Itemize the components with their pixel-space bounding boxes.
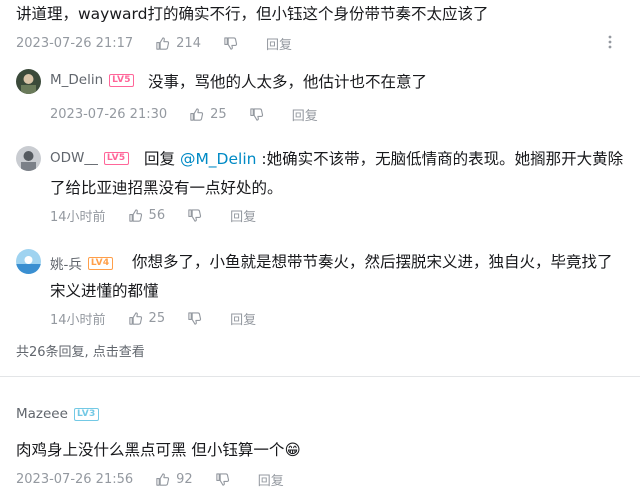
reply-username-row: 姚-兵 LV4 bbox=[50, 253, 113, 273]
like-count: 214 bbox=[176, 35, 201, 51]
reply-username-row: ODW__ LV5 bbox=[50, 150, 129, 166]
comment-time: 2023-07-26 21:17 bbox=[16, 35, 134, 51]
reply-text-line2: 宋义进懂的都懂 bbox=[50, 282, 159, 300]
thumbs-up-icon bbox=[128, 311, 142, 325]
level-badge: LV5 bbox=[109, 73, 134, 87]
reply-prefix: 回复 bbox=[144, 150, 180, 168]
username[interactable]: 姚-兵 bbox=[50, 253, 82, 273]
thumbs-down-icon bbox=[216, 472, 229, 486]
username[interactable]: Mazeee bbox=[16, 406, 68, 422]
like-button[interactable]: 214 bbox=[155, 36, 201, 51]
level-badge: LV3 bbox=[73, 407, 99, 421]
like-button[interactable]: 25 bbox=[189, 107, 227, 122]
thumbs-up-icon bbox=[128, 208, 142, 222]
dislike-button[interactable] bbox=[187, 208, 208, 223]
thumbs-up-icon bbox=[156, 36, 170, 50]
comment-time: 14小时前 bbox=[50, 209, 106, 225]
thumbs-up-icon bbox=[156, 472, 170, 486]
thumbs-down-icon bbox=[188, 208, 202, 222]
reply-meta: 2023-07-26 21:30 25 回复 bbox=[50, 104, 318, 124]
thumbs-down-icon bbox=[188, 311, 202, 325]
like-count: 56 bbox=[148, 207, 166, 223]
reply-button[interactable]: 回复 bbox=[230, 309, 256, 328]
comment-time: 14小时前 bbox=[50, 312, 106, 328]
comment-meta: 2023-07-26 21:56 92 回复 bbox=[16, 469, 284, 489]
view-all-replies-link[interactable]: 共26条回复, 点击查看 bbox=[16, 340, 145, 360]
main-comment-text: 讲道理，wayward打的确实不行，但小钰这个身份带节奏不太应该了 bbox=[16, 5, 489, 23]
dislike-button[interactable] bbox=[215, 472, 236, 487]
comment-text-row: 肉鸡身上没什么黑点可黑 但小钰算一个😁 bbox=[16, 438, 301, 462]
dislike-button[interactable] bbox=[249, 107, 270, 122]
level-badge: LV5 bbox=[103, 151, 129, 165]
thumbs-up-icon bbox=[190, 107, 204, 121]
username[interactable]: M_Delin bbox=[50, 72, 103, 88]
username[interactable]: ODW__ bbox=[50, 150, 98, 166]
avatar[interactable] bbox=[16, 146, 41, 171]
reply-text-line2: 了给比亚迪招黑没有一点好处的。 bbox=[50, 179, 283, 197]
reply-button[interactable]: 回复 bbox=[258, 470, 284, 489]
like-button[interactable]: 25 bbox=[128, 310, 166, 326]
thumbs-down-icon bbox=[250, 107, 263, 121]
dislike-button[interactable] bbox=[223, 36, 244, 51]
main-comment-meta: 2023-07-26 21:17 214 回复 bbox=[16, 33, 292, 53]
comment-time: 2023-07-26 21:56 bbox=[16, 471, 134, 487]
comment-time: 2023-07-26 21:30 bbox=[50, 106, 168, 122]
reply-text: 没事，骂他的人太多，他估计也不在意了 bbox=[148, 73, 428, 91]
comment-username-row: Mazeee LV3 bbox=[16, 406, 99, 422]
reply-button[interactable]: 回复 bbox=[266, 34, 292, 53]
reply-button[interactable]: 回复 bbox=[230, 206, 256, 225]
mention-link[interactable]: @M_Delin bbox=[180, 150, 257, 168]
reply-meta: 14小时前 56 回复 bbox=[50, 205, 256, 225]
reply-text-line1: 你想多了，小鱼就是想带节奏火，然后摆脱宋义进，独自火，毕竟找了 bbox=[132, 253, 613, 271]
avatar[interactable] bbox=[16, 249, 41, 274]
divider bbox=[0, 376, 640, 377]
dislike-button[interactable] bbox=[187, 311, 208, 326]
reply-text: :她确实不该带，无脑低情商的表现。她搁那开大黄除 bbox=[256, 150, 624, 168]
grin-emoji-icon: 😁 bbox=[284, 441, 301, 459]
more-dots-icon[interactable] bbox=[606, 34, 614, 54]
like-count: 92 bbox=[176, 471, 193, 487]
thumbs-down-icon bbox=[224, 36, 238, 50]
reply-text-line1: 回复 @M_Delin :她确实不该带，无脑低情商的表现。她搁那开大黄除 bbox=[144, 147, 623, 171]
reply-username-row: M_Delin LV5 bbox=[50, 72, 134, 88]
like-button[interactable]: 56 bbox=[128, 207, 166, 223]
level-badge: LV4 bbox=[87, 256, 113, 270]
comment-text: 肉鸡身上没什么黑点可黑 但小钰算一个 bbox=[16, 441, 285, 459]
avatar[interactable] bbox=[16, 69, 41, 94]
like-button[interactable]: 92 bbox=[155, 472, 193, 487]
like-count: 25 bbox=[148, 310, 166, 326]
like-count: 25 bbox=[210, 106, 227, 122]
reply-meta: 14小时前 25 回复 bbox=[50, 308, 256, 328]
reply-button[interactable]: 回复 bbox=[292, 105, 318, 124]
